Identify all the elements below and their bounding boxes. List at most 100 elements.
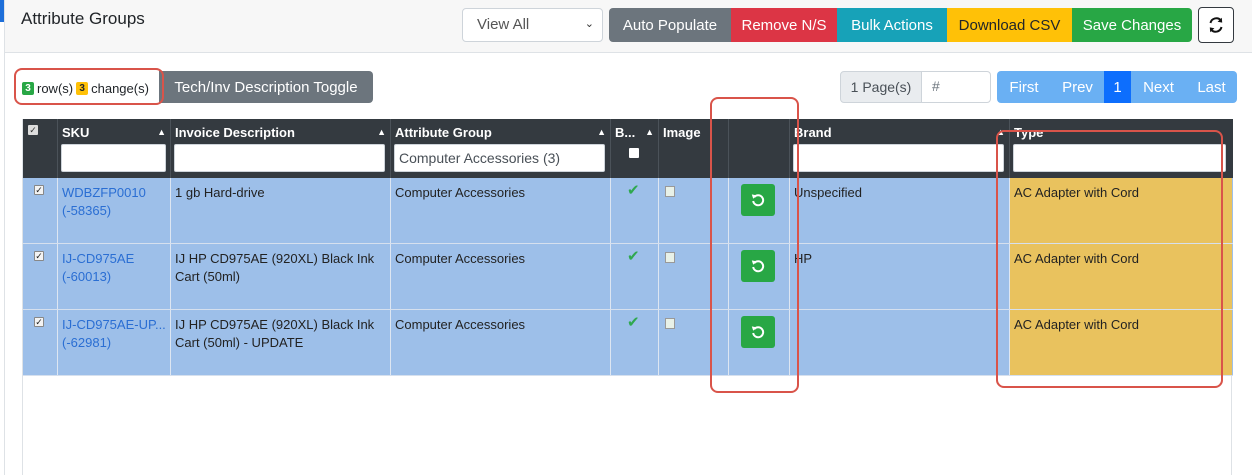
- refresh-icon: [1209, 17, 1223, 33]
- header-attribute-group-label: Attribute Group: [395, 125, 492, 140]
- table-row[interactable]: ✓ IJ-CD975AE (-60013) IJ HP CD975AE (920…: [23, 244, 1233, 310]
- table-header: ✓ SKU ▲ Invoice Description ▲ Attribute …: [23, 119, 1233, 178]
- header-sku-label: SKU: [62, 125, 90, 140]
- table-row[interactable]: ✓ WDBZFP0010 (-58365) 1 gb Hard-drive Co…: [23, 178, 1233, 244]
- type-cell[interactable]: AC Adapter with Cord: [1010, 178, 1232, 243]
- image-cell: [659, 244, 729, 309]
- view-select[interactable]: View All ⌄: [462, 8, 603, 42]
- prev-page-button[interactable]: Prev: [1051, 71, 1104, 103]
- header-type-label: Type: [1014, 125, 1044, 140]
- brand-filter-input[interactable]: [793, 144, 1004, 172]
- header-invoice-description-label: Invoice Description: [175, 125, 295, 140]
- view-select-value: View All: [477, 16, 530, 33]
- sort-up-icon[interactable]: ▲: [157, 127, 166, 137]
- bulk-actions-button[interactable]: Bulk Actions: [837, 8, 947, 42]
- next-page-button[interactable]: Next: [1131, 71, 1186, 103]
- brand-cell[interactable]: [790, 310, 1010, 375]
- invoice-description-filter-input[interactable]: [174, 144, 385, 172]
- page-title: Attribute Groups: [21, 9, 145, 28]
- undo-icon: [751, 326, 765, 339]
- panel-header: Attribute Groups View All ⌄ Auto Populat…: [5, 0, 1252, 53]
- page-number-input[interactable]: #: [921, 71, 991, 103]
- attribute-group-cell[interactable]: Computer Accessories: [391, 178, 611, 243]
- last-page-button[interactable]: Last: [1186, 71, 1237, 103]
- header-sku[interactable]: SKU ▲: [58, 119, 171, 178]
- brand-cell[interactable]: HP: [790, 244, 1010, 309]
- b-filter-checkbox[interactable]: [629, 148, 639, 158]
- attribute-grid: ✓ SKU ▲ Invoice Description ▲ Attribute …: [22, 119, 1233, 475]
- sku-link[interactable]: WDBZFP0010: [62, 185, 146, 200]
- sku-id-link[interactable]: (-60013): [62, 269, 111, 284]
- attribute-group-cell[interactable]: Computer Accessories: [391, 310, 611, 375]
- sku-link[interactable]: IJ-CD975AE-UP...: [62, 317, 166, 332]
- attribute-group-filter-input[interactable]: Computer Accessories (3): [394, 144, 605, 172]
- b-cell: ✔: [611, 244, 659, 309]
- rows-label: row(s): [37, 80, 74, 96]
- row-checkbox[interactable]: ✓: [34, 317, 44, 327]
- first-page-button[interactable]: First: [997, 71, 1051, 103]
- b-cell: ✔: [611, 178, 659, 243]
- sort-up-icon[interactable]: ▲: [377, 127, 386, 137]
- check-icon: ✔: [627, 248, 640, 265]
- broken-image-icon: [665, 252, 675, 263]
- invoice-description-cell[interactable]: IJ HP CD975AE (920XL) Black Ink Cart (50…: [171, 310, 391, 375]
- select-cell: ✓: [23, 310, 58, 375]
- sort-up-icon[interactable]: ▲: [996, 127, 1005, 137]
- undo-icon: [751, 260, 765, 273]
- invoice-description-cell[interactable]: 1 gb Hard-drive: [171, 178, 391, 243]
- attribute-group-cell[interactable]: Computer Accessories: [391, 244, 611, 309]
- image-cell: [659, 310, 729, 375]
- auto-populate-button[interactable]: Auto Populate: [609, 8, 731, 42]
- header-attribute-group[interactable]: Attribute Group ▲ Computer Accessories (…: [391, 119, 611, 178]
- image-cell: [659, 178, 729, 243]
- undo-button[interactable]: [741, 250, 775, 282]
- sort-up-icon[interactable]: ▲: [645, 127, 654, 137]
- sku-id-link[interactable]: (-62981): [62, 335, 111, 350]
- select-all-checkbox[interactable]: ✓: [28, 125, 38, 135]
- tech-inv-description-toggle-button[interactable]: Tech/Inv Description Toggle: [159, 71, 373, 103]
- sku-cell: IJ-CD975AE (-60013): [58, 244, 171, 309]
- header-image-label: Image: [663, 125, 701, 140]
- header-brand[interactable]: Brand ▲: [790, 119, 1010, 178]
- undo-button[interactable]: [741, 184, 775, 216]
- sku-filter-input[interactable]: [61, 144, 166, 172]
- changes-count-badge: 3: [76, 81, 89, 95]
- refresh-button[interactable]: [1198, 7, 1234, 43]
- download-csv-button[interactable]: Download CSV: [947, 8, 1072, 42]
- action-cell: [729, 178, 790, 243]
- brand-cell[interactable]: Unspecified: [790, 178, 1010, 243]
- table-row[interactable]: ✓ IJ-CD975AE-UP... (-62981) IJ HP CD975A…: [23, 310, 1233, 376]
- check-icon: ✔: [627, 314, 640, 331]
- current-page-button[interactable]: 1: [1104, 71, 1131, 103]
- header-b[interactable]: B... ▲: [611, 119, 659, 178]
- header-type[interactable]: Type: [1010, 119, 1232, 178]
- page-count-label: 1 Page(s): [840, 71, 922, 103]
- save-changes-button[interactable]: Save Changes: [1072, 8, 1192, 42]
- undo-button[interactable]: [741, 316, 775, 348]
- header-select-column: ✓: [23, 119, 58, 178]
- sku-link[interactable]: IJ-CD975AE: [62, 251, 134, 266]
- row-change-counter: 3 row(s) 3 change(s): [19, 73, 149, 103]
- chevron-down-icon: ⌄: [584, 18, 594, 30]
- select-cell: ✓: [23, 178, 58, 243]
- header-brand-label: Brand: [794, 125, 832, 140]
- row-checkbox[interactable]: ✓: [34, 251, 44, 261]
- action-cell: [729, 310, 790, 375]
- type-filter-input[interactable]: [1013, 144, 1226, 172]
- header-invoice-description[interactable]: Invoice Description ▲: [171, 119, 391, 178]
- type-cell[interactable]: AC Adapter with Cord: [1010, 244, 1232, 309]
- header-b-label: B...: [615, 125, 636, 140]
- row-checkbox[interactable]: ✓: [34, 185, 44, 195]
- invoice-description-cell[interactable]: IJ HP CD975AE (920XL) Black Ink Cart (50…: [171, 244, 391, 309]
- broken-image-icon: [665, 186, 675, 197]
- undo-icon: [751, 194, 765, 207]
- type-cell[interactable]: AC Adapter with Cord: [1010, 310, 1232, 375]
- action-cell: [729, 244, 790, 309]
- broken-image-icon: [665, 318, 675, 329]
- sort-up-icon[interactable]: ▲: [597, 127, 606, 137]
- sku-cell: WDBZFP0010 (-58365): [58, 178, 171, 243]
- remove-ns-button[interactable]: Remove N/S: [731, 8, 837, 42]
- sku-id-link[interactable]: (-58365): [62, 203, 111, 218]
- select-cell: ✓: [23, 244, 58, 309]
- b-cell: ✔: [611, 310, 659, 375]
